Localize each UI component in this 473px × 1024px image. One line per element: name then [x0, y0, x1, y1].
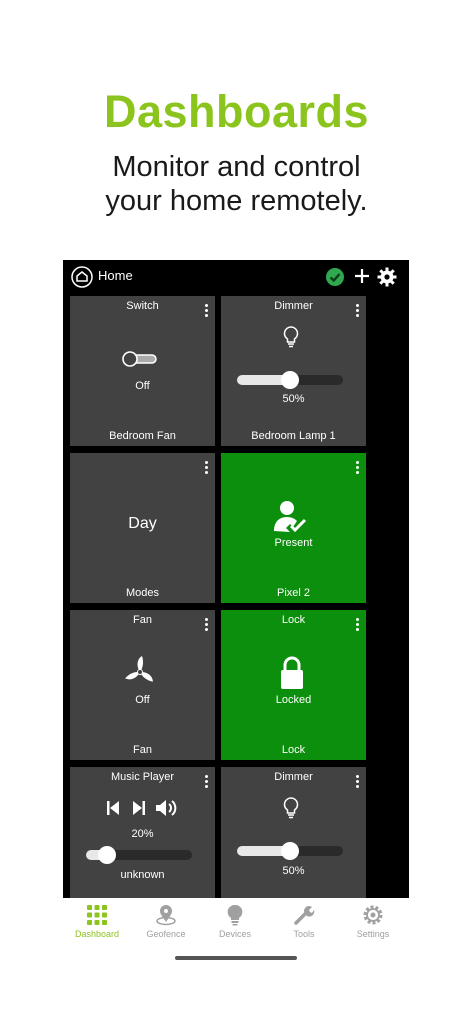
- nav-label: Geofence: [146, 929, 186, 939]
- tile-type-label: Dimmer: [274, 771, 313, 783]
- tile-menu-icon[interactable]: [354, 618, 360, 634]
- tile-pixel-2[interactable]: Present Pixel 2: [221, 453, 366, 603]
- dimmer-slider-thumb[interactable]: [281, 371, 299, 389]
- nav-label: Devices: [218, 929, 251, 939]
- promo-subline-line-1: Monitor and control: [112, 151, 361, 183]
- home-indicator[interactable]: [175, 956, 297, 960]
- geofence-icon: [156, 905, 176, 926]
- tile-status: Off: [135, 380, 150, 392]
- tile-status: 50%: [282, 393, 305, 405]
- app-screen: Home Switch Off Bedroom Fan Dimmer 50% B…: [63, 260, 409, 898]
- tile-device-name: Modes: [125, 587, 160, 599]
- volume-slider[interactable]: [86, 846, 192, 864]
- previous-track-icon[interactable]: [105, 799, 121, 817]
- tile-status: 50%: [282, 865, 305, 877]
- nav-geofence[interactable]: Geofence: [131, 904, 201, 939]
- tile-device-name: unknown: [120, 869, 165, 881]
- mode-status: Day: [128, 515, 157, 532]
- tile-menu-icon[interactable]: [354, 775, 360, 791]
- tile-type-label: Dimmer: [274, 300, 313, 312]
- tile-type-label: Music Player: [111, 771, 174, 783]
- app-bar: Home: [63, 260, 409, 294]
- gear-icon[interactable]: [377, 267, 397, 287]
- nav-label: Settings: [356, 929, 390, 939]
- nav-tools[interactable]: Tools: [269, 904, 339, 939]
- dashboard-icon: [87, 905, 107, 925]
- tile-menu-icon[interactable]: [354, 461, 360, 477]
- volume-level: 20%: [131, 828, 154, 840]
- bulb-icon: [283, 797, 299, 819]
- status-check-icon[interactable]: [326, 268, 344, 286]
- devices-icon: [227, 904, 243, 926]
- promo-subline: Monitor and control your home remotely.: [0, 150, 473, 218]
- plus-icon[interactable]: [352, 266, 372, 286]
- settings-icon: [363, 905, 383, 925]
- home-icon[interactable]: [71, 266, 93, 288]
- tile-status: Off: [135, 694, 150, 706]
- tile-menu-icon[interactable]: [203, 461, 209, 477]
- tile-device-name: Pixel 2: [276, 587, 311, 599]
- tile-bedroom-fan[interactable]: Switch Off Bedroom Fan: [70, 296, 215, 446]
- tile-status: Present: [274, 537, 313, 549]
- dimmer-slider[interactable]: [237, 371, 343, 389]
- promo-headline: Dashboards: [103, 86, 370, 137]
- tile-status: Locked: [275, 694, 312, 706]
- nav-label: Tools: [293, 929, 315, 939]
- tile-modes[interactable]: Day Modes: [70, 453, 215, 603]
- tools-icon: [294, 906, 315, 925]
- bottom-nav: Dashboard Geofence Devices Tools Setting…: [0, 898, 473, 948]
- presence-icon: [274, 501, 307, 533]
- nav-dashboard[interactable]: Dashboard: [62, 904, 132, 939]
- tile-device-name: Fan: [133, 744, 152, 756]
- tile-type-label: Fan: [133, 614, 152, 626]
- tile-bedroom-lamp[interactable]: Dimmer 50% Bedroom Lamp 1: [221, 296, 366, 446]
- volume-icon[interactable]: [154, 797, 178, 819]
- dimmer-slider-thumb[interactable]: [281, 842, 299, 860]
- tile-menu-icon[interactable]: [203, 618, 209, 634]
- tile-type-label: Lock: [281, 614, 306, 626]
- promo-subline-line-2: your home remotely.: [105, 185, 368, 217]
- next-track-icon[interactable]: [131, 799, 147, 817]
- nav-label: Dashboard: [74, 929, 120, 939]
- tile-fan[interactable]: Fan Off Fan: [70, 610, 215, 760]
- tile-device-name: Bedroom Fan: [109, 430, 176, 442]
- tile-menu-icon[interactable]: [203, 775, 209, 791]
- dimmer-slider[interactable]: [237, 842, 343, 860]
- fan-icon: [125, 656, 153, 682]
- nav-devices[interactable]: Devices: [200, 904, 270, 939]
- tile-menu-icon[interactable]: [354, 304, 360, 320]
- tile-menu-icon[interactable]: [203, 304, 209, 320]
- tile-type-label: Switch: [126, 300, 159, 312]
- nav-settings[interactable]: Settings: [338, 904, 408, 939]
- tile-device-name: Bedroom Lamp 1: [251, 430, 336, 442]
- tile-lock[interactable]: Lock Locked Lock: [221, 610, 366, 760]
- tile-dimmer[interactable]: Dimmer 50%: [221, 767, 366, 898]
- location-title[interactable]: Home: [98, 268, 133, 283]
- volume-slider-thumb[interactable]: [98, 846, 117, 864]
- tile-music-player[interactable]: Music Player 20% unknown: [70, 767, 215, 898]
- bulb-icon: [283, 326, 299, 348]
- padlock-icon: [281, 656, 303, 689]
- switch-icon[interactable]: [122, 351, 158, 367]
- tile-device-name: Lock: [281, 744, 306, 756]
